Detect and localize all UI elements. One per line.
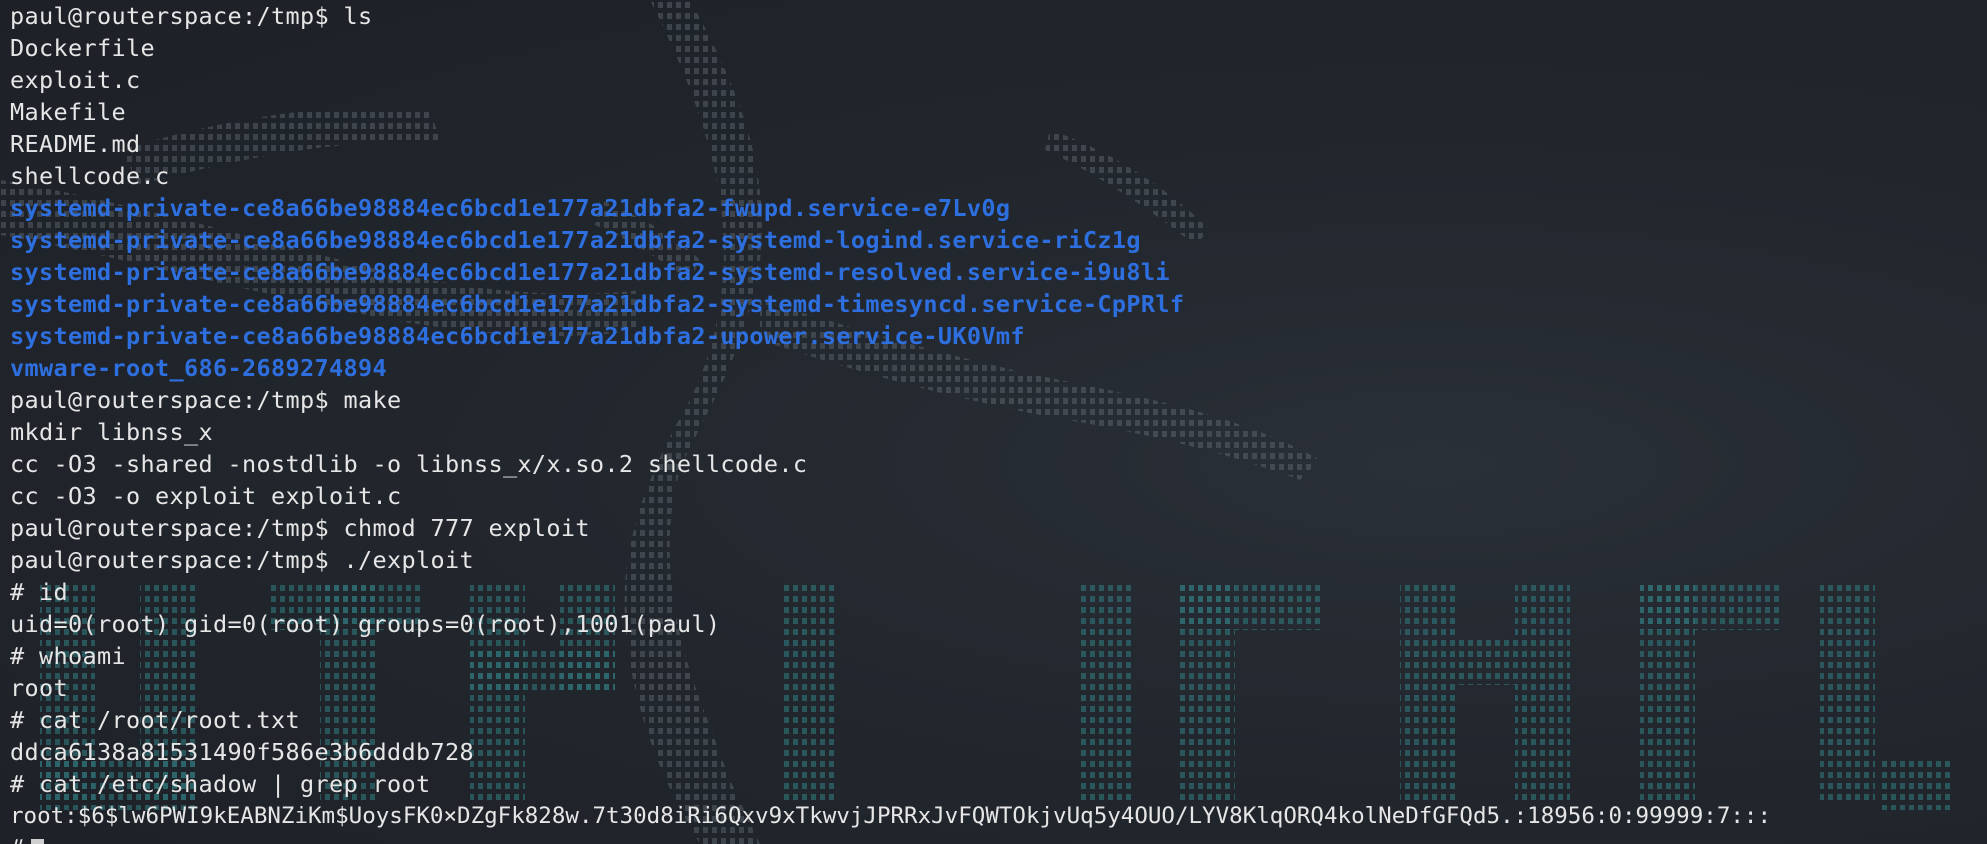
terminal-line-directory: systemd-private-ce8a66be98884ec6bcd1e177… bbox=[10, 194, 1011, 222]
terminal-line: # cat /etc/shadow | grep root bbox=[10, 770, 431, 798]
terminal-line: cc -O3 -o exploit exploit.c bbox=[10, 482, 402, 510]
terminal-line: cc -O3 -shared -nostdlib -o libnss_x/x.s… bbox=[10, 450, 808, 478]
terminal-prompt-line[interactable]: # bbox=[10, 832, 1977, 844]
terminal-line: Makefile bbox=[10, 98, 126, 126]
terminal-line: exploit.c bbox=[10, 66, 141, 94]
terminal-line: shellcode.c bbox=[10, 162, 170, 190]
terminal-line-directory: systemd-private-ce8a66be98884ec6bcd1e177… bbox=[10, 322, 1025, 350]
terminal-output: paul@routerspace:/tmp$ ls Dockerfile exp… bbox=[10, 0, 1977, 844]
terminal-line: README.md bbox=[10, 130, 141, 158]
terminal-line: Dockerfile bbox=[10, 34, 155, 62]
terminal-line: root bbox=[10, 674, 68, 702]
terminal-line: uid=0(root) gid=0(root) groups=0(root),1… bbox=[10, 610, 721, 638]
terminal-line-directory: vmware-root_686-2689274894 bbox=[10, 354, 387, 382]
terminal-line: paul@routerspace:/tmp$ ls bbox=[10, 2, 373, 30]
terminal-line: ddca6138a81531490f586e3b6dddb728 bbox=[10, 738, 474, 766]
terminal-line-directory: systemd-private-ce8a66be98884ec6bcd1e177… bbox=[10, 290, 1185, 318]
root-prompt: # bbox=[10, 834, 25, 844]
terminal-window[interactable]: paul@routerspace:/tmp$ ls Dockerfile exp… bbox=[0, 0, 1987, 844]
terminal-line: paul@routerspace:/tmp$ make bbox=[10, 386, 402, 414]
terminal-line: mkdir libnss_x bbox=[10, 418, 213, 446]
terminal-line-directory: systemd-private-ce8a66be98884ec6bcd1e177… bbox=[10, 258, 1170, 286]
terminal-line-shadow-hash: root:$6$lw6PWI9kEABNZiKm$UoysFK0×DZgFk82… bbox=[10, 803, 1771, 829]
terminal-line-directory: systemd-private-ce8a66be98884ec6bcd1e177… bbox=[10, 226, 1141, 254]
text-cursor bbox=[30, 838, 44, 844]
terminal-line: # cat /root/root.txt bbox=[10, 706, 300, 734]
terminal-line: # id bbox=[10, 578, 68, 606]
terminal-line: paul@routerspace:/tmp$ ./exploit bbox=[10, 546, 474, 574]
terminal-line: # whoami bbox=[10, 642, 126, 670]
terminal-line: paul@routerspace:/tmp$ chmod 777 exploit bbox=[10, 514, 590, 542]
